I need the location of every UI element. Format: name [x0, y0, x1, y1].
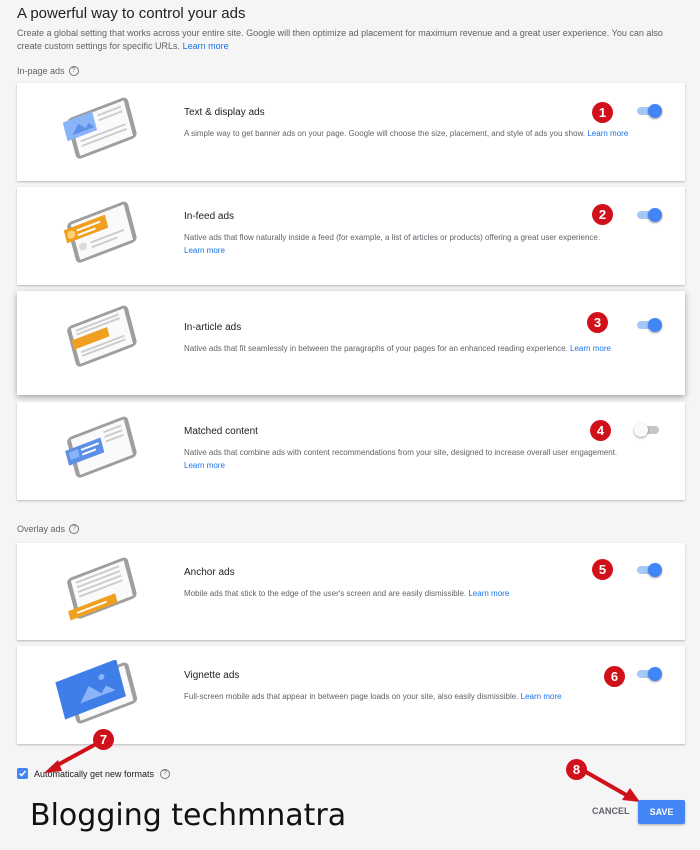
card-in-article-ads: In-article ads Native ads that fit seaml…	[17, 291, 685, 395]
help-icon[interactable]: ?	[69, 524, 80, 534]
learn-more-link[interactable]: Learn more	[184, 461, 225, 470]
in-article-toggle[interactable]	[635, 318, 662, 332]
annotation-badge-8: 8	[566, 759, 587, 780]
annotation-badge-7: 7	[93, 729, 114, 750]
card-title: In-feed ads	[184, 211, 235, 222]
card-description: Full-screen mobile ads that appear in be…	[184, 690, 654, 703]
toggle-knob	[648, 667, 662, 681]
annotation-badge-3: 3	[587, 312, 608, 333]
learn-more-link[interactable]: Learn more	[184, 246, 225, 255]
intro-learn-more-link[interactable]: Learn more	[183, 41, 229, 51]
annotation-badge-6: 6	[604, 666, 625, 687]
card-title: Matched content	[184, 426, 258, 437]
card-desc-text: Native ads that flow naturally inside a …	[184, 233, 601, 242]
card-title: In-article ads	[184, 322, 242, 333]
in-feed-toggle[interactable]	[635, 208, 662, 222]
card-text-display-ads: Text & display ads A simple way to get b…	[17, 83, 685, 181]
overlay-ads-text: Overlay ads	[17, 524, 66, 534]
help-icon[interactable]: ?	[160, 768, 171, 779]
annotation-badge-2: 2	[592, 204, 613, 225]
card-in-feed-ads: In-feed ads Native ads that flow natural…	[17, 187, 685, 285]
in-feed-illustration	[63, 201, 137, 263]
card-description: Native ads that flow naturally inside a …	[184, 231, 654, 257]
card-title: Text & display ads	[184, 107, 265, 118]
card-desc-text: Mobile ads that stick to the edge of the…	[184, 589, 467, 598]
card-desc-text: Native ads that fit seamlessly in betwee…	[184, 344, 568, 353]
text-display-illustration	[62, 97, 137, 159]
auto-formats-checkbox[interactable]	[17, 768, 28, 779]
matched-content-toggle[interactable]	[634, 423, 661, 437]
vignette-illustration	[55, 660, 138, 724]
card-description: A simple way to get banner ads on your p…	[184, 127, 654, 140]
cancel-button[interactable]: CANCEL	[592, 806, 630, 816]
card-desc-text: Full-screen mobile ads that appear in be…	[184, 692, 519, 701]
help-icon[interactable]: ?	[68, 66, 79, 76]
card-vignette-ads: Vignette ads Full-screen mobile ads that…	[17, 646, 685, 744]
intro-description: Create a global setting that works acros…	[17, 28, 663, 51]
learn-more-link[interactable]: Learn more	[587, 129, 628, 138]
learn-more-link[interactable]: Learn more	[570, 344, 611, 353]
in-page-ads-label: In-page ads?	[17, 66, 79, 76]
auto-formats-label: Automatically get new formats	[34, 768, 155, 779]
card-title: Vignette ads	[184, 670, 240, 681]
card-title: Anchor ads	[184, 567, 235, 578]
toggle-knob	[648, 104, 662, 118]
annotation-badge-5: 5	[592, 559, 613, 580]
watermark-text: Blogging techmnatra	[30, 798, 347, 833]
card-anchor-ads: Anchor ads Mobile ads that stick to the …	[17, 543, 685, 640]
toggle-knob	[634, 423, 648, 437]
card-description: Native ads that fit seamlessly in betwee…	[184, 342, 654, 355]
in-article-illustration	[67, 305, 137, 367]
auto-formats-row: Automatically get new formats ?	[17, 768, 171, 779]
save-button[interactable]: SAVE	[638, 800, 685, 824]
in-page-ads-text: In-page ads	[17, 66, 65, 76]
card-desc-text: A simple way to get banner ads on your p…	[184, 129, 586, 138]
text-display-toggle[interactable]	[635, 104, 662, 118]
annotation-badge-1: 1	[592, 102, 613, 123]
card-description: Native ads that combine ads with content…	[184, 446, 654, 472]
toggle-knob	[648, 208, 662, 222]
toggle-knob	[648, 563, 662, 577]
anchor-illustration	[67, 557, 137, 621]
check-icon	[18, 770, 27, 777]
card-desc-text: Native ads that combine ads with content…	[184, 448, 618, 457]
intro-text: Create a global setting that works acros…	[17, 27, 677, 53]
card-matched-content: Matched content Native ads that combine …	[17, 402, 685, 500]
learn-more-link[interactable]: Learn more	[468, 589, 509, 598]
annotation-badge-4: 4	[590, 420, 611, 441]
card-description: Mobile ads that stick to the edge of the…	[184, 587, 654, 600]
page-title: A powerful way to control your ads	[17, 5, 246, 22]
toggle-knob	[648, 318, 662, 332]
learn-more-link[interactable]: Learn more	[521, 692, 562, 701]
anchor-toggle[interactable]	[635, 563, 662, 577]
matched-content-illustration	[65, 416, 137, 478]
vignette-toggle[interactable]	[635, 667, 662, 681]
overlay-ads-label: Overlay ads?	[17, 524, 80, 534]
